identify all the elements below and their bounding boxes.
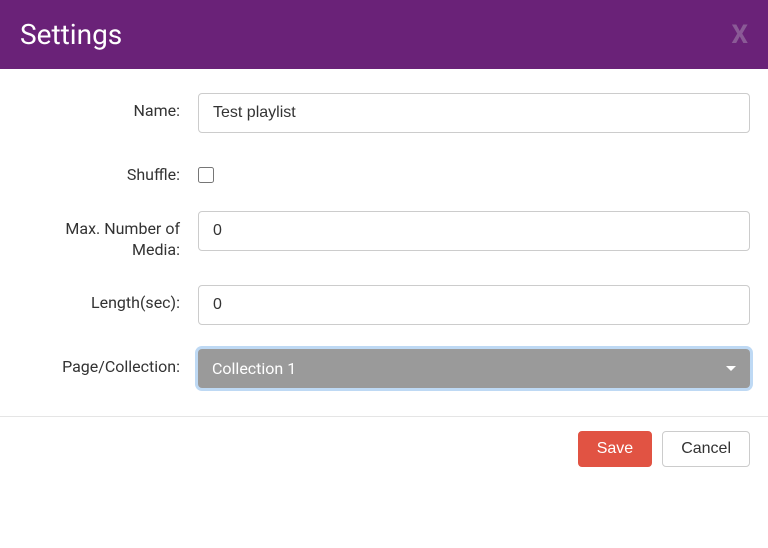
save-button[interactable]: Save [578,431,652,467]
shuffle-label: Shuffle: [18,157,198,186]
max-media-input[interactable] [198,211,750,251]
form-row-max-media: Max. Number of Media: [18,211,750,261]
max-media-label: Max. Number of Media: [18,211,198,261]
page-collection-select[interactable]: Collection 1 [198,349,750,388]
form-row-page-collection: Page/Collection: Collection 1 [18,349,750,388]
form-row-length: Length(sec): [18,285,750,325]
close-icon[interactable]: X [731,22,748,48]
chevron-down-icon [726,366,736,371]
form-row-name: Name: [18,93,750,133]
form-row-shuffle: Shuffle: [18,157,750,187]
cancel-button[interactable]: Cancel [662,431,750,467]
length-input[interactable] [198,285,750,325]
modal-header: Settings X [0,0,768,69]
modal-title: Settings [20,18,122,51]
shuffle-checkbox[interactable] [198,167,214,183]
modal-footer: Save Cancel [0,416,768,499]
name-label: Name: [18,93,198,122]
length-label: Length(sec): [18,285,198,314]
name-input[interactable] [198,93,750,133]
page-collection-selected: Collection 1 [212,359,296,378]
modal-body: Name: Shuffle: Max. Number of Media: Len… [0,69,768,416]
page-collection-label: Page/Collection: [18,349,198,378]
